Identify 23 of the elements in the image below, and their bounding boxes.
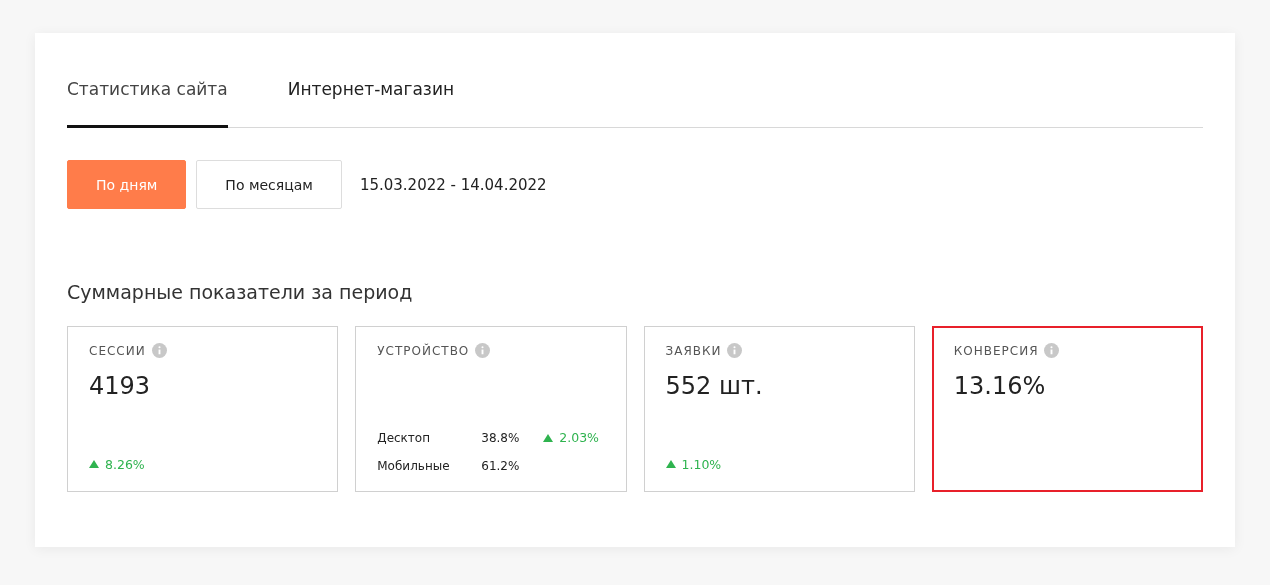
device-label: Десктоп [377, 430, 432, 445]
tab[interactable]: Статистика сайта [67, 79, 228, 128]
metric-value: 552 шт. [665, 372, 764, 400]
card-title: СЕССИИ [89, 343, 146, 358]
card-title: ЗАЯВКИ [665, 343, 722, 358]
date-range: 15.03.2022 - 14.04.2022 [359, 175, 547, 194]
info-icon[interactable] [1044, 343, 1060, 358]
device-share: 61.2% [481, 459, 521, 473]
info-icon[interactable] [151, 343, 167, 358]
section-title: Суммарные показатели за период [67, 281, 414, 303]
tab[interactable]: Интернет-магазин [287, 79, 455, 128]
device-label: Мобильные [377, 459, 451, 473]
device-share: 38.8% [481, 430, 521, 445]
period-button[interactable]: По месяцам [196, 160, 342, 209]
change-value: 1.10% [681, 456, 722, 472]
card-title: КОНВЕРСИЯ [953, 343, 1039, 358]
card-title: УСТРОЙСТВО [377, 343, 470, 358]
info-icon[interactable] [727, 343, 743, 358]
metric-value: 13.16% [953, 372, 1047, 400]
change-value: 8.26% [105, 456, 145, 472]
info-icon[interactable] [475, 343, 491, 358]
metric-value: 4193 [89, 372, 152, 400]
change-value: 2.03% [559, 430, 599, 445]
